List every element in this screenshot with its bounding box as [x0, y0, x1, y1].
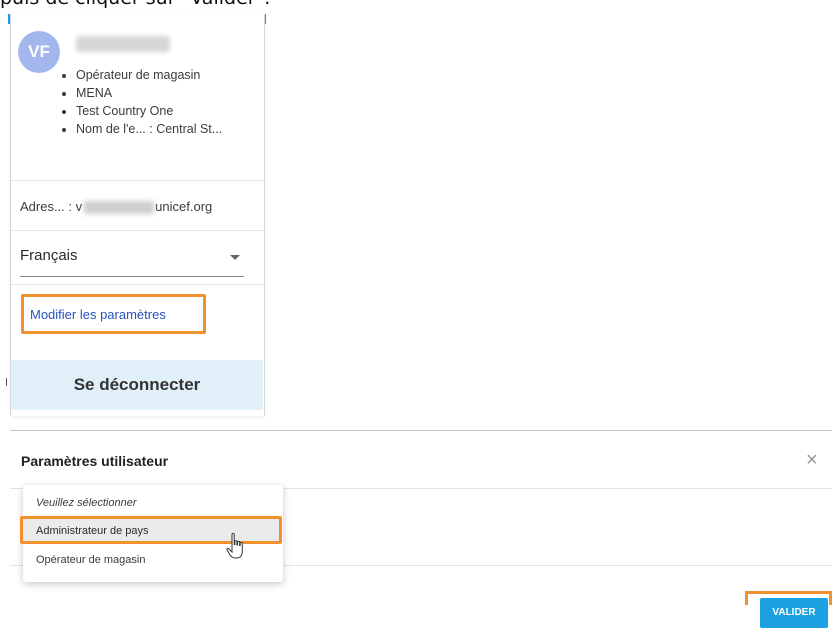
logout-button[interactable]: Se déconnecter	[11, 360, 263, 410]
email-prefix: v	[75, 199, 83, 214]
divider	[11, 180, 264, 181]
email-row: Adres... : v unicef.org	[20, 199, 213, 215]
dropdown-placeholder: Veuillez sélectionner	[36, 497, 137, 509]
detail-region: MENA	[76, 84, 222, 102]
option-warehouse-operator[interactable]: Opérateur de magasin	[36, 554, 145, 566]
detail-role: Opérateur de magasin	[76, 66, 222, 84]
submit-button[interactable]: VALIDER	[760, 598, 828, 628]
modify-settings-link[interactable]: Modifier les paramètres	[21, 294, 206, 334]
email-domain: unicef.org	[155, 199, 213, 214]
instruction-text: puis de cliquer sur "Valider".	[0, 0, 270, 9]
page-marker	[6, 378, 7, 386]
close-icon[interactable]: ×	[806, 449, 818, 472]
divider	[11, 284, 264, 285]
divider	[11, 230, 264, 231]
dialog-title: Paramètres utilisateur	[21, 453, 169, 469]
language-select[interactable]: Français	[20, 244, 244, 277]
dialog-top-border	[10, 430, 832, 431]
user-details-list: Opérateur de magasin MENA Test Country O…	[60, 66, 222, 138]
chevron-down-icon	[230, 255, 240, 260]
email-label: Adres... :	[20, 199, 73, 214]
detail-warehouse: Nom de l'e... : Central St...	[76, 120, 222, 138]
redacted-email	[84, 201, 155, 215]
hand-cursor-icon	[226, 533, 243, 559]
option-label: Administrateur de pays	[36, 525, 149, 537]
avatar: VF	[18, 31, 60, 73]
detail-country: Test Country One	[76, 102, 222, 120]
redacted-user-name	[76, 36, 170, 52]
language-selected-value: Français	[20, 247, 78, 264]
